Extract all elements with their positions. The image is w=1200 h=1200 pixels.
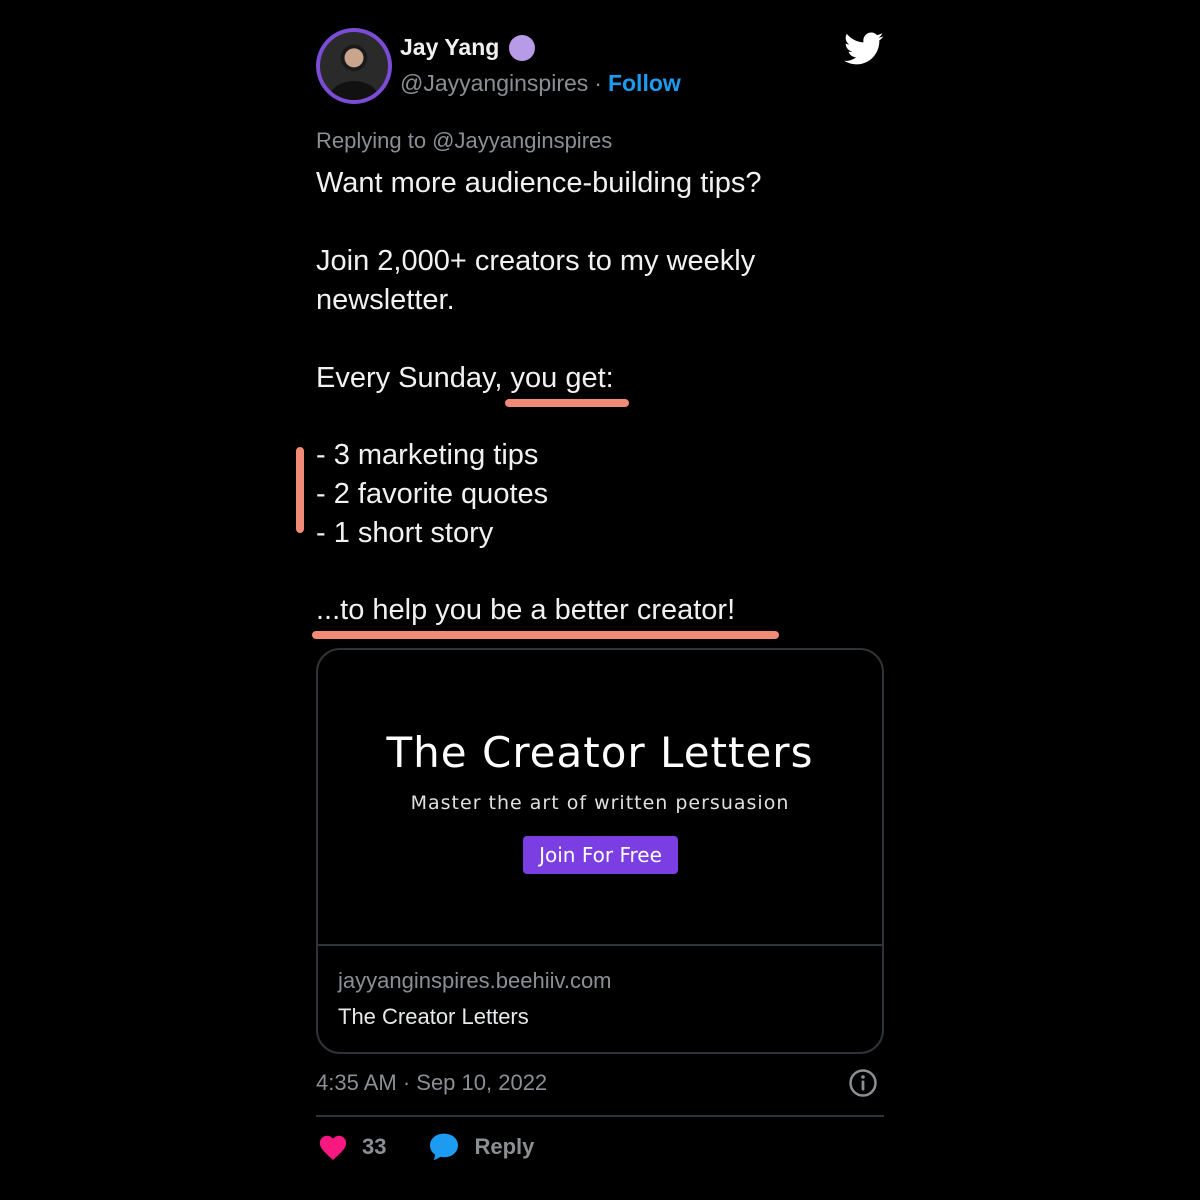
tweet-timestamp[interactable]: 4:35 AM · Sep 10, 2022 <box>316 1070 547 1096</box>
twitter-bird-icon[interactable] <box>844 32 884 66</box>
replying-to[interactable]: Replying to @Jayyanginspires <box>316 128 612 154</box>
author-handle[interactable]: @Jayyanginspires <box>400 70 588 97</box>
tweet-closing-line: ...to help you be a better creator! <box>316 594 736 626</box>
verified-badge-icon <box>509 34 536 61</box>
avatar[interactable] <box>316 28 392 104</box>
list-item: - 3 marketing tips <box>316 439 539 471</box>
tweet-line-4: Every Sunday, you get: <box>316 362 614 394</box>
handle-separator: · <box>594 70 602 96</box>
avatar-photo <box>320 32 388 100</box>
card-title: The Creator Letters <box>338 1004 529 1029</box>
card-image[interactable]: The Creator Letters Master the art of wr… <box>318 650 882 946</box>
author-name[interactable]: Jay Yang <box>400 34 499 61</box>
card-domain: jayyanginspires.beehiiv.com <box>338 968 612 993</box>
join-for-free-button: Join For Free <box>523 836 678 874</box>
tweet-actions: 33 Reply <box>318 1132 534 1162</box>
list-item: - 2 favorite quotes <box>316 478 549 510</box>
like-button[interactable]: 33 <box>318 1133 386 1161</box>
author-handle-row: @Jayyanginspires · Follow <box>400 70 681 97</box>
reply-label: Reply <box>474 1134 535 1159</box>
highlight-underline-you-get <box>505 399 629 407</box>
card-image-title: The Creator Letters <box>386 728 814 777</box>
tweet-line-1: Want more audience-building tips? <box>316 167 762 199</box>
link-preview-card[interactable]: The Creator Letters Master the art of wr… <box>316 648 884 1054</box>
like-count: 33 <box>362 1134 387 1159</box>
follow-button[interactable]: Follow <box>608 70 681 97</box>
heart-icon <box>319 1135 347 1160</box>
divider <box>316 1115 884 1117</box>
info-icon[interactable] <box>848 1068 878 1098</box>
list-item: - 1 short story <box>316 517 494 549</box>
tweet-line-3: newsletter. <box>316 284 455 316</box>
reply-button[interactable]: Reply <box>428 1132 534 1162</box>
tweet-line-2: Join 2,000+ creators to my weekly <box>316 245 756 277</box>
author-name-row: Jay Yang <box>400 34 536 61</box>
highlight-underline-closing <box>312 631 779 639</box>
reply-bubble-icon <box>430 1133 459 1161</box>
highlight-bar-list <box>296 447 304 533</box>
card-image-subtitle: Master the art of written persuasion <box>410 792 790 814</box>
